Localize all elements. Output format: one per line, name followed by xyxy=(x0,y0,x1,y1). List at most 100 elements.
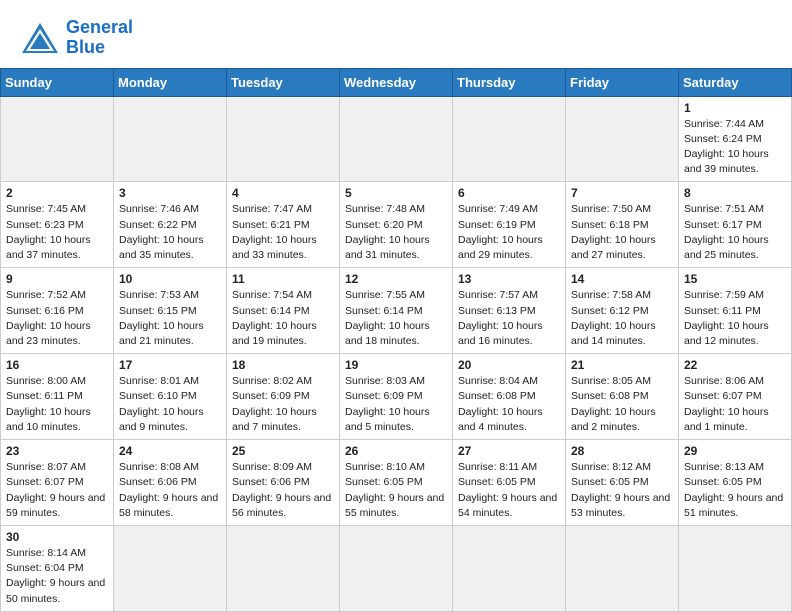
weekday-header-tuesday: Tuesday xyxy=(227,68,340,96)
day-info: Sunrise: 8:06 AM Sunset: 6:07 PM Dayligh… xyxy=(684,374,786,435)
week-row-6: 30 Sunrise: 8:14 AM Sunset: 6:04 PM Dayli… xyxy=(1,525,792,611)
day-cell: 5 Sunrise: 7:48 AM Sunset: 6:20 PM Daylig… xyxy=(340,182,453,268)
day-info: Sunrise: 8:04 AM Sunset: 6:08 PM Dayligh… xyxy=(458,374,560,435)
day-number: 3 xyxy=(119,186,221,200)
page-header: General Blue xyxy=(0,0,792,68)
day-number: 7 xyxy=(571,186,673,200)
day-number: 5 xyxy=(345,186,447,200)
week-row-3: 9Sunrise: 7:52 AM Sunset: 6:16 PM Daylig… xyxy=(1,268,792,354)
day-cell: 23Sunrise: 8:07 AM Sunset: 6:07 PM Dayli… xyxy=(1,440,114,526)
day-number: 4 xyxy=(232,186,334,200)
day-info: Sunrise: 8:08 AM Sunset: 6:06 PM Dayligh… xyxy=(119,460,221,521)
day-cell xyxy=(453,525,566,611)
week-row-1: 1 Sunrise: 7:44 AM Sunset: 6:24 PM Daylig… xyxy=(1,96,792,182)
day-cell: 29 Sunrise: 8:13 AM Sunset: 6:05 PM Dayli… xyxy=(679,440,792,526)
day-info: Sunrise: 7:57 AM Sunset: 6:13 PM Dayligh… xyxy=(458,288,560,349)
day-number: 13 xyxy=(458,272,560,286)
day-info: Sunrise: 8:00 AM Sunset: 6:11 PM Dayligh… xyxy=(6,374,108,435)
day-number: 1 xyxy=(684,101,786,115)
day-info: Sunrise: 8:14 AM Sunset: 6:04 PM Dayligh… xyxy=(6,546,108,607)
day-cell: 13 Sunrise: 7:57 AM Sunset: 6:13 PM Dayli… xyxy=(453,268,566,354)
day-cell: 16 Sunrise: 8:00 AM Sunset: 6:11 PM Dayli… xyxy=(1,354,114,440)
day-number: 15 xyxy=(684,272,786,286)
day-number: 8 xyxy=(684,186,786,200)
day-cell: 17Sunrise: 8:01 AM Sunset: 6:10 PM Dayli… xyxy=(114,354,227,440)
day-cell: 30 Sunrise: 8:14 AM Sunset: 6:04 PM Dayli… xyxy=(1,525,114,611)
weekday-header-thursday: Thursday xyxy=(453,68,566,96)
day-number: 25 xyxy=(232,444,334,458)
day-number: 14 xyxy=(571,272,673,286)
day-info: Sunrise: 8:11 AM Sunset: 6:05 PM Dayligh… xyxy=(458,460,560,521)
day-cell xyxy=(679,525,792,611)
day-info: Sunrise: 7:48 AM Sunset: 6:20 PM Dayligh… xyxy=(345,202,447,263)
day-number: 24 xyxy=(119,444,221,458)
day-number: 22 xyxy=(684,358,786,372)
calendar: SundayMondayTuesdayWednesdayThursdayFrid… xyxy=(0,68,792,612)
logo-general: General xyxy=(66,17,133,37)
day-cell xyxy=(114,96,227,182)
day-info: Sunrise: 7:53 AM Sunset: 6:15 PM Dayligh… xyxy=(119,288,221,349)
day-number: 6 xyxy=(458,186,560,200)
logo-icon xyxy=(20,21,60,55)
day-cell: 9Sunrise: 7:52 AM Sunset: 6:16 PM Daylig… xyxy=(1,268,114,354)
day-number: 18 xyxy=(232,358,334,372)
day-cell: 22 Sunrise: 8:06 AM Sunset: 6:07 PM Dayli… xyxy=(679,354,792,440)
day-cell: 26 Sunrise: 8:10 AM Sunset: 6:05 PM Dayli… xyxy=(340,440,453,526)
day-cell: 27 Sunrise: 8:11 AM Sunset: 6:05 PM Dayli… xyxy=(453,440,566,526)
day-number: 27 xyxy=(458,444,560,458)
weekday-header-monday: Monday xyxy=(114,68,227,96)
day-cell xyxy=(114,525,227,611)
day-cell xyxy=(340,96,453,182)
day-number: 16 xyxy=(6,358,108,372)
day-number: 30 xyxy=(6,530,108,544)
day-info: Sunrise: 8:10 AM Sunset: 6:05 PM Dayligh… xyxy=(345,460,447,521)
week-row-5: 23Sunrise: 8:07 AM Sunset: 6:07 PM Dayli… xyxy=(1,440,792,526)
day-info: Sunrise: 7:47 AM Sunset: 6:21 PM Dayligh… xyxy=(232,202,334,263)
day-cell: 3 Sunrise: 7:46 AM Sunset: 6:22 PM Daylig… xyxy=(114,182,227,268)
weekday-header-sunday: Sunday xyxy=(1,68,114,96)
day-cell: 7 Sunrise: 7:50 AM Sunset: 6:18 PM Daylig… xyxy=(566,182,679,268)
day-number: 20 xyxy=(458,358,560,372)
day-number: 11 xyxy=(232,272,334,286)
day-info: Sunrise: 7:54 AM Sunset: 6:14 PM Dayligh… xyxy=(232,288,334,349)
day-cell: 6 Sunrise: 7:49 AM Sunset: 6:19 PM Daylig… xyxy=(453,182,566,268)
weekday-header-friday: Friday xyxy=(566,68,679,96)
day-cell: 11 Sunrise: 7:54 AM Sunset: 6:14 PM Dayli… xyxy=(227,268,340,354)
logo-blue: Blue xyxy=(66,37,105,57)
day-cell: 14Sunrise: 7:58 AM Sunset: 6:12 PM Dayli… xyxy=(566,268,679,354)
day-info: Sunrise: 8:07 AM Sunset: 6:07 PM Dayligh… xyxy=(6,460,108,521)
day-cell xyxy=(566,96,679,182)
week-row-2: 2Sunrise: 7:45 AM Sunset: 6:23 PM Daylig… xyxy=(1,182,792,268)
day-info: Sunrise: 7:50 AM Sunset: 6:18 PM Dayligh… xyxy=(571,202,673,263)
day-number: 21 xyxy=(571,358,673,372)
day-number: 26 xyxy=(345,444,447,458)
day-cell: 19 Sunrise: 8:03 AM Sunset: 6:09 PM Dayli… xyxy=(340,354,453,440)
day-cell: 24 Sunrise: 8:08 AM Sunset: 6:06 PM Dayli… xyxy=(114,440,227,526)
logo-text: General Blue xyxy=(66,18,133,58)
weekday-header-row: SundayMondayTuesdayWednesdayThursdayFrid… xyxy=(1,68,792,96)
day-cell xyxy=(453,96,566,182)
day-info: Sunrise: 7:44 AM Sunset: 6:24 PM Dayligh… xyxy=(684,117,786,178)
day-info: Sunrise: 8:01 AM Sunset: 6:10 PM Dayligh… xyxy=(119,374,221,435)
day-cell: 15 Sunrise: 7:59 AM Sunset: 6:11 PM Dayli… xyxy=(679,268,792,354)
day-info: Sunrise: 8:13 AM Sunset: 6:05 PM Dayligh… xyxy=(684,460,786,521)
day-cell xyxy=(1,96,114,182)
day-cell: 8Sunrise: 7:51 AM Sunset: 6:17 PM Daylig… xyxy=(679,182,792,268)
day-cell: 12Sunrise: 7:55 AM Sunset: 6:14 PM Dayli… xyxy=(340,268,453,354)
day-cell xyxy=(227,96,340,182)
day-cell xyxy=(340,525,453,611)
day-info: Sunrise: 8:12 AM Sunset: 6:05 PM Dayligh… xyxy=(571,460,673,521)
day-info: Sunrise: 7:49 AM Sunset: 6:19 PM Dayligh… xyxy=(458,202,560,263)
day-info: Sunrise: 8:05 AM Sunset: 6:08 PM Dayligh… xyxy=(571,374,673,435)
day-number: 28 xyxy=(571,444,673,458)
day-cell xyxy=(227,525,340,611)
day-cell: 28 Sunrise: 8:12 AM Sunset: 6:05 PM Dayli… xyxy=(566,440,679,526)
day-info: Sunrise: 7:52 AM Sunset: 6:16 PM Dayligh… xyxy=(6,288,108,349)
day-number: 19 xyxy=(345,358,447,372)
day-info: Sunrise: 7:46 AM Sunset: 6:22 PM Dayligh… xyxy=(119,202,221,263)
day-number: 29 xyxy=(684,444,786,458)
day-cell: 20 Sunrise: 8:04 AM Sunset: 6:08 PM Dayli… xyxy=(453,354,566,440)
day-cell xyxy=(566,525,679,611)
day-info: Sunrise: 8:03 AM Sunset: 6:09 PM Dayligh… xyxy=(345,374,447,435)
day-info: Sunrise: 7:59 AM Sunset: 6:11 PM Dayligh… xyxy=(684,288,786,349)
